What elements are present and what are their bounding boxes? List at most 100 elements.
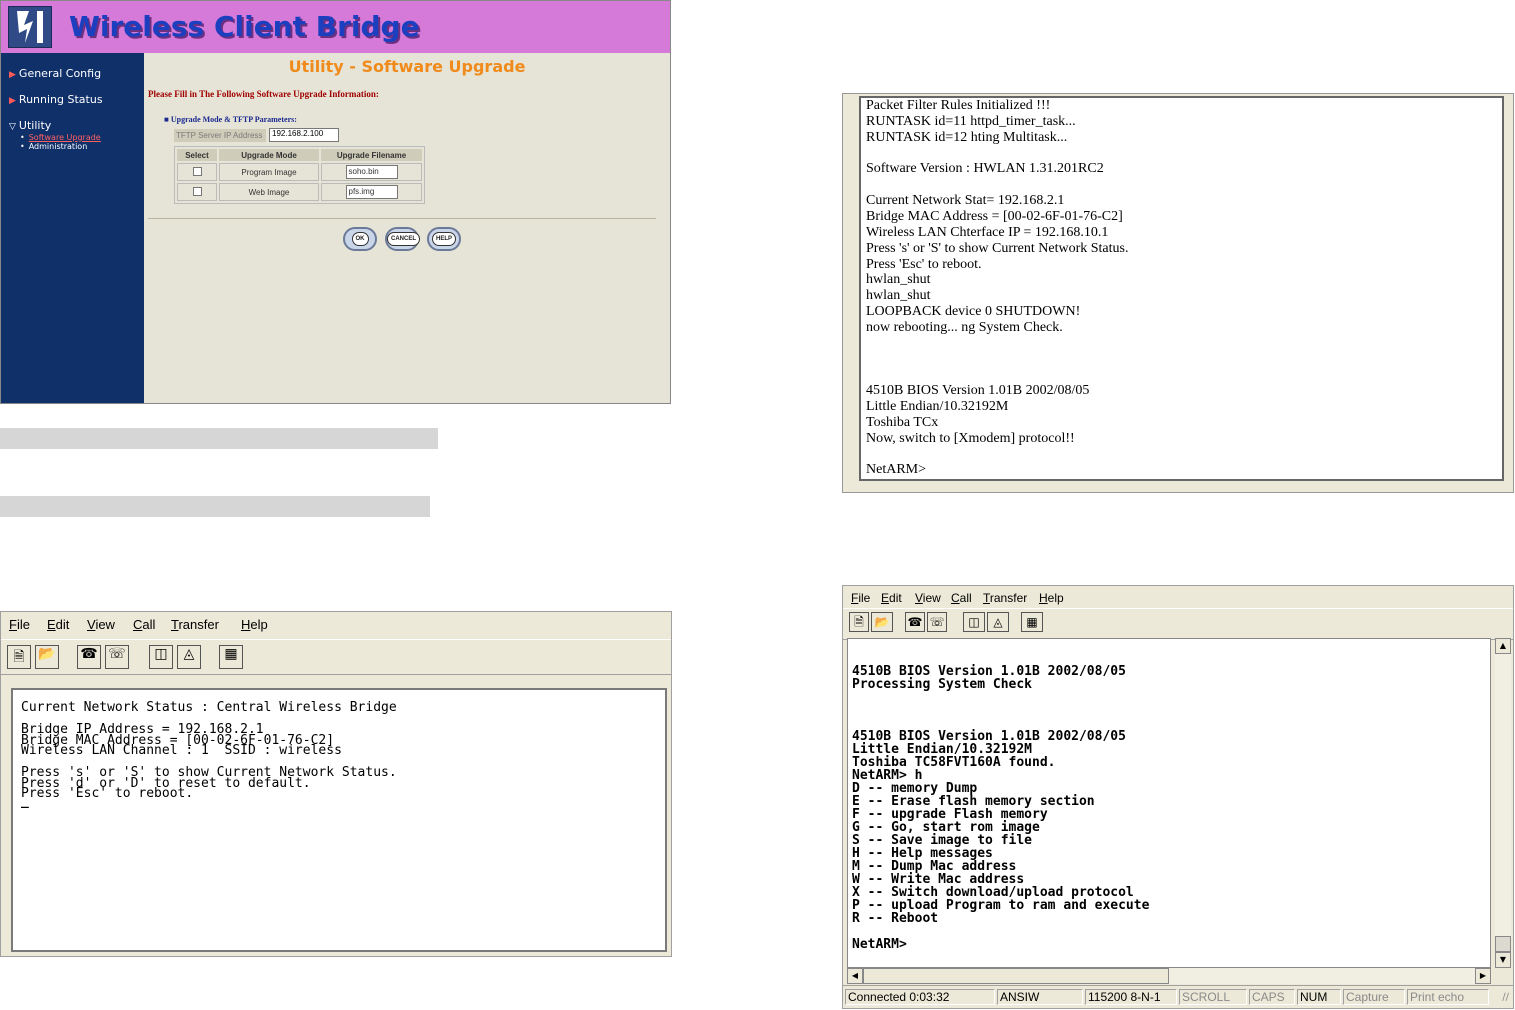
call-icon[interactable]: ☎ bbox=[905, 612, 925, 632]
menu-file[interactable]: File bbox=[851, 591, 870, 605]
send-icon[interactable]: ◫ bbox=[963, 612, 985, 632]
sidebar: ▶ General Config ▶ Running Status ▽ Utility… bbox=[1, 53, 144, 403]
status-capture: Capture bbox=[1343, 989, 1405, 1005]
new-icon[interactable]: 🗎 bbox=[849, 612, 869, 632]
terminal-window: File Edit View Call Transfer Help 🗎 📂 ☎ … bbox=[0, 611, 672, 957]
menu-edit[interactable]: Edit bbox=[881, 591, 902, 605]
filename-input[interactable]: soho.bin bbox=[345, 165, 398, 179]
menu-file[interactable]: File bbox=[9, 617, 30, 632]
console-line: RUNTASK id=11 httpd_timer_task... bbox=[866, 114, 1076, 129]
console-line: Press 'Esc' to reboot. bbox=[866, 257, 982, 272]
sidebar-item-general-config[interactable]: ▶ General Config bbox=[9, 67, 101, 80]
banner-title: Wireless Client Bridge bbox=[69, 10, 420, 43]
menu-call[interactable]: Call bbox=[951, 591, 972, 605]
upgrade-table: Select Upgrade Mode Upgrade Filename Pro… bbox=[174, 146, 425, 204]
subnav-item-software-upgrade[interactable]: • Software Upgrade bbox=[20, 133, 101, 142]
menu-view[interactable]: View bbox=[87, 617, 115, 632]
console-line: now rebooting... ng System Check. bbox=[866, 320, 1063, 335]
resize-grip-icon[interactable]: ∕∕ bbox=[1502, 992, 1509, 1003]
menu-transfer[interactable]: Transfer bbox=[171, 617, 219, 632]
table-row: Program Image soho.bin bbox=[177, 163, 422, 181]
caption-placeholder-bar bbox=[0, 496, 430, 517]
status-caps: CAPS bbox=[1249, 989, 1295, 1005]
open-icon[interactable]: 📂 bbox=[871, 612, 893, 632]
menu-help[interactable]: Help bbox=[1039, 591, 1064, 605]
console-line: Little Endian/10.32192M bbox=[866, 399, 1009, 414]
console-line: NetARM> bbox=[866, 462, 927, 477]
toolbar: 🗎 📂 ☎ ☏ ◫ ◬ ▦ bbox=[1, 639, 671, 675]
send-icon[interactable]: ◫ bbox=[149, 645, 173, 669]
open-icon[interactable]: 📂 bbox=[35, 645, 59, 669]
scroll-left-icon[interactable]: ◀ bbox=[847, 968, 863, 984]
menu-edit[interactable]: Edit bbox=[47, 617, 69, 632]
horizontal-scrollbar[interactable]: ◀ ▶ bbox=[847, 968, 1491, 984]
select-checkbox[interactable] bbox=[192, 186, 202, 196]
receive-icon[interactable]: ◬ bbox=[177, 645, 201, 669]
column-header-upgrade-mode: Upgrade Mode bbox=[219, 149, 319, 161]
scroll-thumb[interactable] bbox=[863, 968, 1169, 984]
sidebar-item-running-status[interactable]: ▶ Running Status bbox=[9, 93, 103, 106]
console-line: 4510B BIOS Version 1.01B 2002/08/05 bbox=[866, 383, 1090, 398]
call-icon[interactable]: ☎ bbox=[77, 645, 101, 669]
menu-transfer[interactable]: Transfer bbox=[983, 591, 1027, 605]
table-row: Web Image pfs.img bbox=[177, 183, 422, 201]
console-line: Packet Filter Rules Initialized !!! bbox=[866, 98, 1051, 113]
scroll-up-icon[interactable]: ▲ bbox=[1495, 638, 1511, 654]
terminal-output[interactable]: Current Network Status : Central Wireles… bbox=[11, 688, 667, 952]
column-header-upgrade-filename: Upgrade Filename bbox=[321, 149, 422, 161]
console-output[interactable]: Packet Filter Rules Initialized !!! RUNT… bbox=[859, 96, 1504, 481]
ok-button[interactable]: OK bbox=[343, 227, 377, 251]
console-window: Packet Filter Rules Initialized !!! RUNT… bbox=[842, 93, 1514, 493]
sidebar-item-utility[interactable]: ▽ Utility bbox=[9, 119, 51, 132]
status-scroll: SCROLL bbox=[1179, 989, 1247, 1005]
scroll-right-icon[interactable]: ▶ bbox=[1475, 968, 1491, 984]
new-icon[interactable]: 🗎 bbox=[7, 645, 31, 669]
console-line: Press 's' or 'S' to show Current Network… bbox=[866, 241, 1129, 256]
section-label: ■ Upgrade Mode & TFTP Parameters: bbox=[164, 115, 297, 124]
logo-icon bbox=[8, 6, 52, 48]
status-num: NUM bbox=[1297, 989, 1341, 1005]
vertical-scrollbar[interactable]: ▲ ▼ bbox=[1495, 638, 1511, 968]
terminal-line: Press 'Esc' to reboot. bbox=[21, 786, 194, 801]
terminal-output[interactable]: 4510B BIOS Version 1.01B 2002/08/05 Proc… bbox=[847, 638, 1491, 968]
subnav-item-administration[interactable]: • Administration bbox=[20, 142, 87, 151]
select-checkbox[interactable] bbox=[192, 166, 202, 176]
column-header-select: Select bbox=[177, 149, 217, 161]
scroll-thumb[interactable] bbox=[1495, 936, 1511, 952]
receive-icon[interactable]: ◬ bbox=[987, 612, 1009, 632]
cursor: _ bbox=[21, 794, 29, 809]
tftp-server-label: TFTP Server IP Address bbox=[174, 129, 266, 142]
hyperterminal-window: File Edit View Call Transfer Help 🗎 📂 ☎ … bbox=[842, 585, 1514, 1009]
main-content: Utility - Software Upgrade Please Fill i… bbox=[144, 53, 670, 403]
disconnect-icon[interactable]: ☏ bbox=[927, 612, 947, 632]
tftp-server-input[interactable]: 192.168.2.100 bbox=[269, 128, 339, 142]
status-connection: Connected 0:03:32 bbox=[845, 989, 995, 1005]
scroll-down-icon[interactable]: ▼ bbox=[1495, 952, 1511, 968]
toolbar: 🗎 📂 ☎ ☏ ◫ ◬ ▦ bbox=[843, 608, 1513, 640]
menu-call[interactable]: Call bbox=[133, 617, 155, 632]
properties-icon[interactable]: ▦ bbox=[219, 645, 243, 669]
console-line: Now, switch to [Xmodem] protocol!! bbox=[866, 431, 1075, 446]
menu-bar: File Edit View Call Transfer Help bbox=[1, 612, 671, 638]
page-title: Utility - Software Upgrade bbox=[288, 57, 526, 76]
console-line: Toshiba TCx bbox=[866, 415, 939, 430]
disconnect-icon[interactable]: ☏ bbox=[105, 645, 129, 669]
console-line: Current Network Stat= 192.168.2.1 bbox=[866, 193, 1065, 208]
triangle-right-icon: ▶ bbox=[9, 96, 16, 106]
triangle-right-icon: ▶ bbox=[9, 70, 16, 80]
menu-view[interactable]: View bbox=[915, 591, 941, 605]
console-line: LOOPBACK device 0 SHUTDOWN! bbox=[866, 304, 1081, 319]
status-print-echo: Print echo bbox=[1407, 989, 1489, 1005]
console-line: Bridge MAC Address = [00-02-6F-01-76-C2] bbox=[866, 209, 1123, 224]
router-web-ui: Wireless Client Bridge ▶ General Config ▶… bbox=[0, 0, 671, 404]
help-button[interactable]: HELP bbox=[427, 227, 461, 251]
menu-help[interactable]: Help bbox=[241, 617, 268, 632]
intro-text: Please Fill in The Following Software Up… bbox=[148, 89, 379, 99]
filename-input[interactable]: pfs.img bbox=[345, 185, 398, 199]
cancel-button[interactable]: CANCEL bbox=[385, 227, 420, 251]
console-line: hwlan_shut bbox=[866, 272, 931, 287]
terminal-line: Processing System Check bbox=[852, 677, 1033, 692]
terminal-line: NetARM> bbox=[852, 937, 907, 952]
terminal-line: Current Network Status : Central Wireles… bbox=[21, 700, 397, 715]
properties-icon[interactable]: ▦ bbox=[1021, 612, 1043, 632]
